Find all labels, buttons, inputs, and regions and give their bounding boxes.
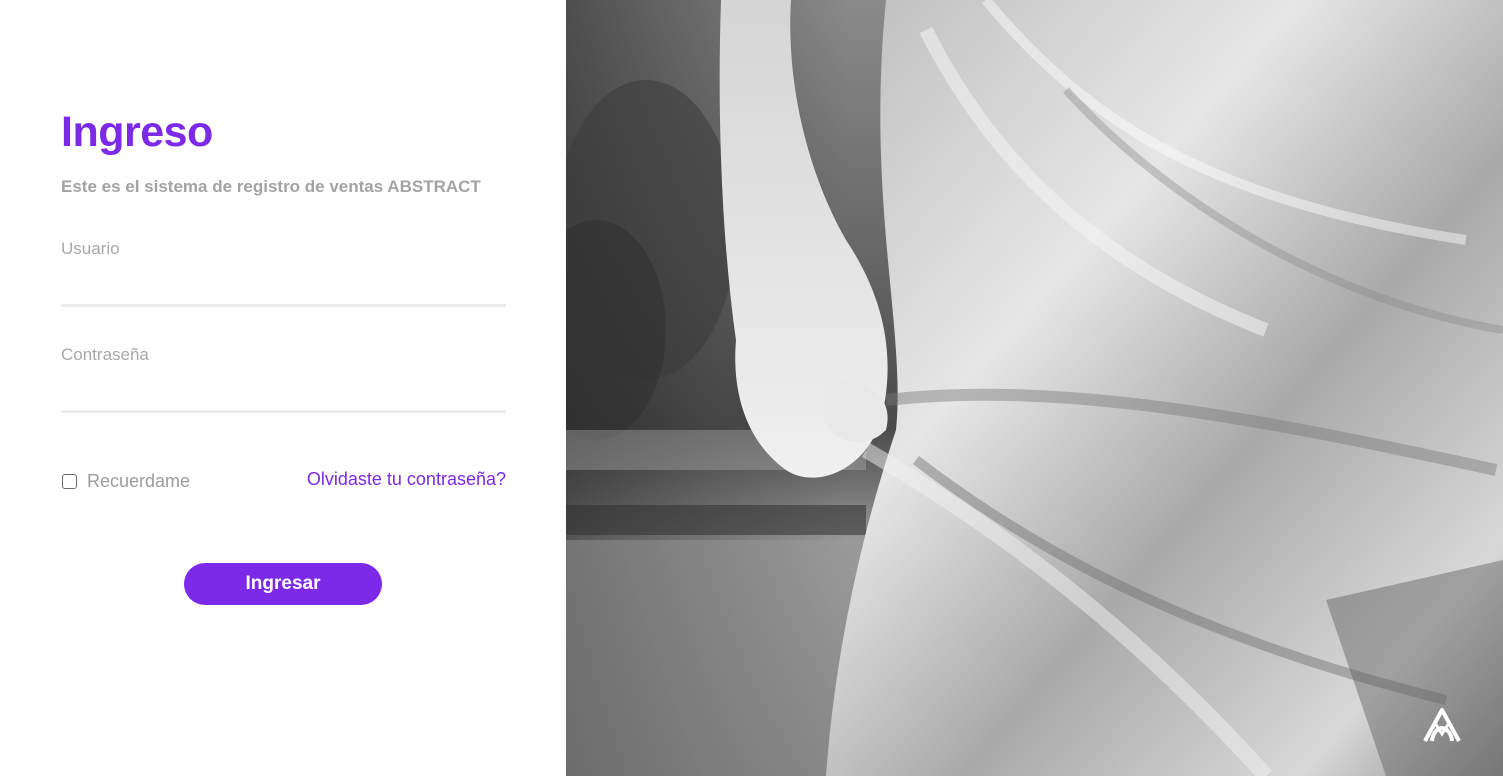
password-label: Contraseña [61,345,149,364]
remember-me-checkbox[interactable] [62,473,77,489]
login-panel: Ingreso Este es el sistema de registro d… [0,0,566,776]
hero-image [566,0,1503,776]
forgot-password-link[interactable]: Olvidaste tu contraseña? [307,469,506,490]
username-label: Usuario [61,239,120,258]
page-subtitle: Este es el sistema de registro de ventas… [61,177,481,196]
remember-me-label: Recuerdame [87,470,191,491]
login-button[interactable]: Ingresar [184,563,382,605]
username-input[interactable] [61,277,506,307]
login-page: Ingreso Este es el sistema de registro d… [0,0,1503,776]
remember-me-option[interactable]: Recuerdame [61,469,190,493]
page-title: Ingreso [61,108,213,156]
hero-image-panel [566,0,1503,776]
abstract-logo-icon [1423,708,1461,742]
password-input[interactable] [61,383,506,413]
